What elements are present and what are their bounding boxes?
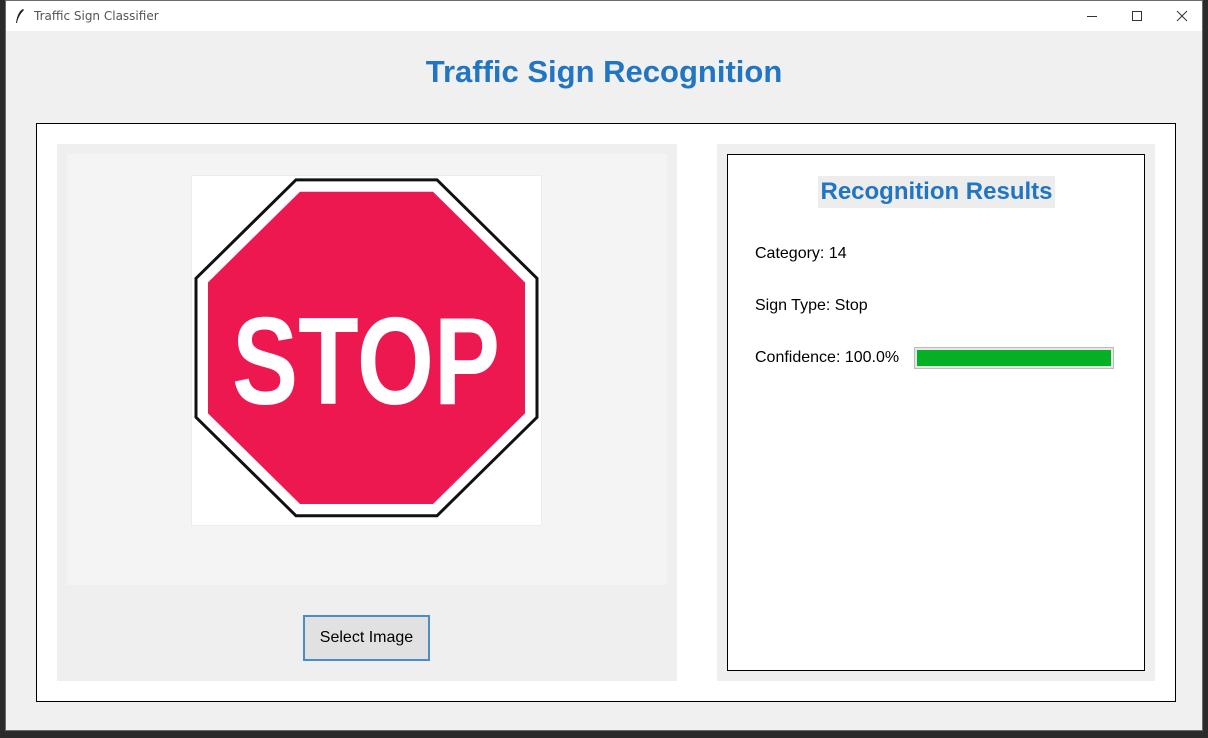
- results-title: Recognition Results: [818, 176, 1055, 208]
- maximize-icon: [1132, 11, 1142, 21]
- confidence-progress-bar: [914, 347, 1114, 369]
- minimize-button[interactable]: [1069, 1, 1115, 31]
- category-label: Category: 14: [755, 245, 847, 262]
- title-bar[interactable]: Traffic Sign Classifier: [6, 1, 1202, 31]
- close-icon: [1176, 10, 1188, 22]
- stop-sign-text: STOP: [232, 293, 500, 431]
- window-title: Traffic Sign Classifier: [34, 9, 159, 23]
- image-panel: STOP Select Image: [57, 144, 677, 681]
- results-box: Recognition Results Category: 14 Sign Ty…: [727, 154, 1145, 671]
- sign-type-label: Sign Type: Stop: [755, 297, 868, 314]
- close-button[interactable]: [1159, 1, 1202, 31]
- feather-icon: [16, 9, 24, 23]
- stop-sign-icon: STOP: [194, 178, 539, 518]
- results-panel: Recognition Results Category: 14 Sign Ty…: [717, 144, 1155, 681]
- page-title: Traffic Sign Recognition: [425, 54, 783, 89]
- maximize-button[interactable]: [1114, 1, 1160, 31]
- image-display-area: STOP: [67, 154, 667, 585]
- select-image-button[interactable]: Select Image: [303, 615, 430, 661]
- confidence-progress-fill: [917, 350, 1111, 366]
- sign-image: STOP: [191, 175, 542, 526]
- app-window: Traffic Sign Classifier Traffic Sign Rec…: [5, 0, 1203, 731]
- confidence-label: Confidence: 100.0%: [755, 349, 900, 366]
- minimize-icon: [1087, 16, 1097, 17]
- main-frame: STOP Select Image Recognition Results Ca…: [36, 123, 1176, 702]
